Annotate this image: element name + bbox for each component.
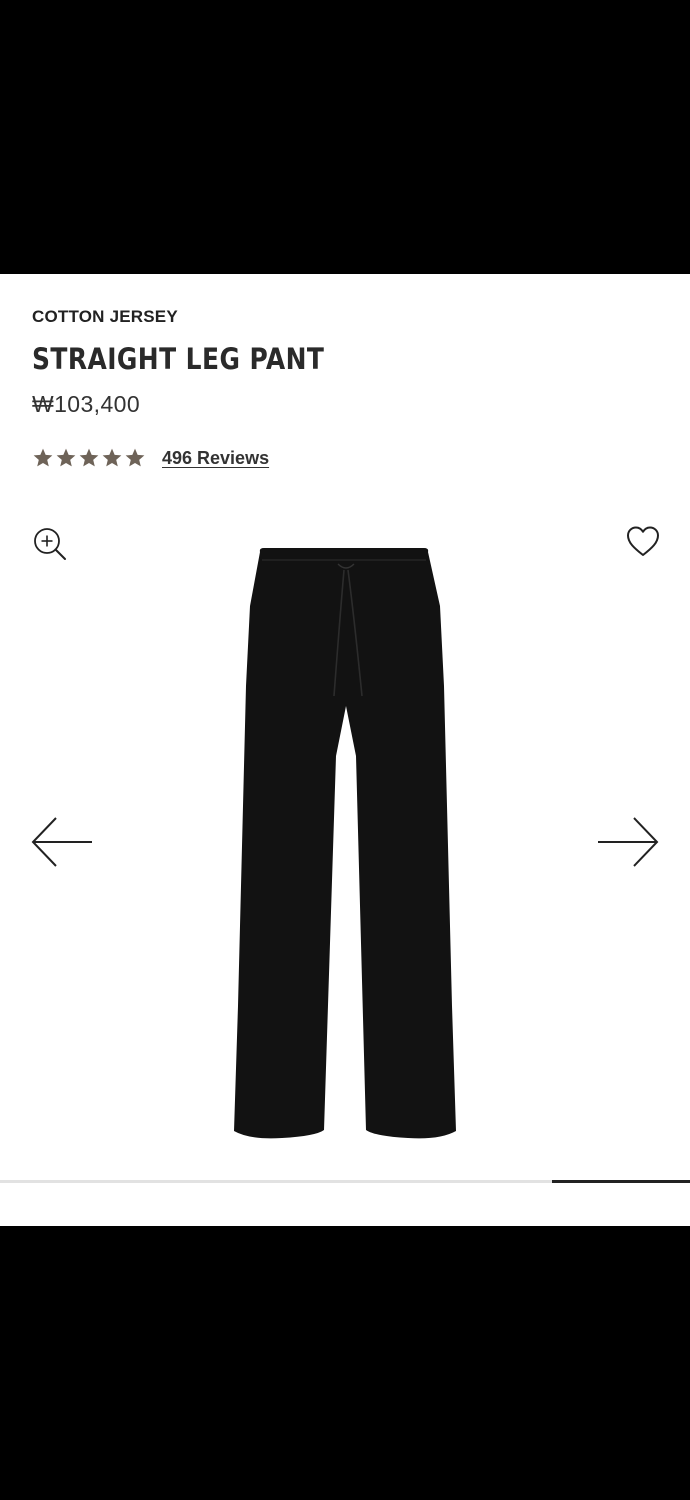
star-icon (102, 448, 122, 467)
gallery-progress-indicator (552, 1180, 690, 1183)
product-collection: COTTON JERSEY (32, 307, 178, 326)
star-icon (33, 448, 53, 467)
star-rating (32, 447, 146, 469)
heart-icon[interactable] (624, 523, 662, 559)
product-price: ₩103,400 (32, 391, 141, 417)
star-icon (125, 448, 145, 467)
product-title: STRAIGHT LEG PANT (32, 342, 325, 376)
product-panel: COTTON JERSEY STRAIGHT LEG PANT ₩103,400… (0, 274, 690, 1226)
star-icon (56, 448, 76, 467)
product-image (234, 548, 456, 1139)
reviews-link[interactable]: 496 Reviews (162, 448, 269, 469)
rating-row: 496 Reviews (32, 444, 269, 472)
zoom-in-icon[interactable] (32, 526, 68, 562)
arrow-right-icon[interactable] (596, 814, 660, 870)
arrow-left-icon[interactable] (30, 814, 94, 870)
gallery-progress-track (0, 1180, 690, 1183)
star-icon (79, 448, 99, 467)
